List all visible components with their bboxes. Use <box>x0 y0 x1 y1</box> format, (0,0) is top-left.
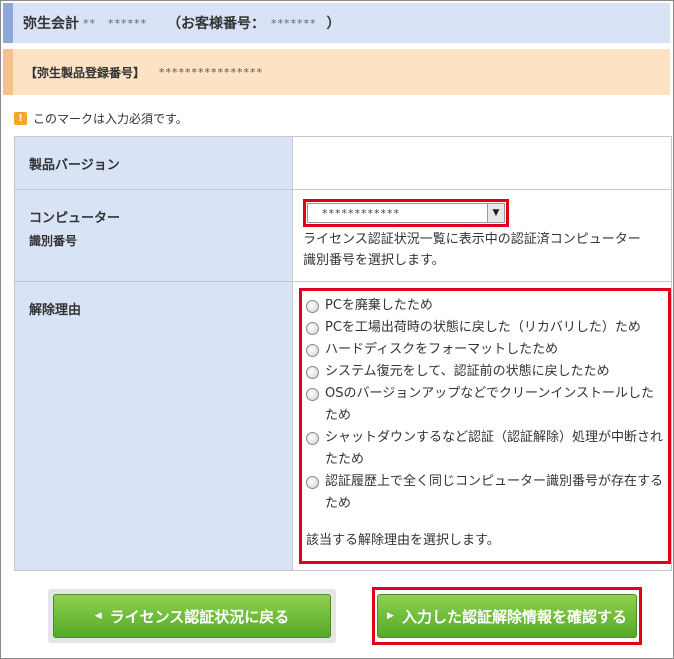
reason-help: 該当する解除理由を選択します。 <box>306 533 500 548</box>
computer-id-label-2: 識別番号 <box>29 234 78 248</box>
version-value <box>303 137 671 154</box>
reason-option-label: ハードディスクをフォーマットしたため <box>325 342 559 357</box>
computer-id-help: ライセンス認証状況一覧に表示中の認証済コンピューター 識別番号を選択します。 <box>303 229 671 271</box>
customer-number-close: ） <box>326 16 341 32</box>
computer-id-label-1: コンピューター <box>29 211 121 226</box>
back-button-wrapper: ◀ ライセンス認証状況に戻る <box>48 589 336 643</box>
radio-button[interactable] <box>306 388 319 401</box>
chevron-right-icon: ▶ <box>387 611 394 621</box>
reason-option[interactable]: システム復元をして、認証前の状態に戻したため <box>306 361 664 383</box>
reason-option-label: シャットダウンするなど認証（認証解除）処理が中断されたため <box>325 430 664 467</box>
reason-value-cell: PCを廃棄したため PCを工場出荷時の状態に戻した（リカバリした）ため ハードデ… <box>292 281 672 571</box>
reason-option-label: システム復元をして、認証前の状態に戻したため <box>325 364 610 379</box>
radio-button[interactable] <box>306 344 319 357</box>
back-button-label: ライセンス認証状況に戻る <box>109 607 290 626</box>
reason-option[interactable]: OSのバージョンアップなどでクリーンインストールしたため <box>306 383 664 427</box>
computer-id-highlight: ************ ▼ <box>303 199 509 227</box>
reason-option-label: PCを工場出荷時の状態に戻した（リカバリした）ため <box>325 320 641 335</box>
reason-option[interactable]: シャットダウンするなど認証（認証解除）処理が中断されたため <box>306 427 664 471</box>
back-to-license-status-button[interactable]: ◀ ライセンス認証状況に戻る <box>53 594 331 638</box>
reason-label: 解除理由 <box>29 303 82 318</box>
version-label-cell: 製品バージョン <box>14 136 293 190</box>
confirm-button-label: 入力した認証解除情報を確認する <box>401 607 627 626</box>
computer-id-selected-value: ************ <box>322 206 400 220</box>
reason-option-label: OSのバージョンアップなどでクリーンインストールしたため <box>325 386 655 423</box>
product-registration-label: 【弥生製品登録番号】 <box>25 65 146 80</box>
version-value-cell <box>292 136 672 190</box>
deauthorization-form: 製品バージョン コンピューター 識別番号 ************ ▼ ライセン… <box>14 136 672 571</box>
reason-label-cell: 解除理由 <box>14 281 293 571</box>
computer-id-label-cell: コンピューター 識別番号 <box>14 189 293 282</box>
product-registration-number: **************** <box>159 65 264 79</box>
reason-option[interactable]: 認証履歴上で全く同じコンピューター識別番号が存在するため <box>306 471 664 515</box>
reason-options-highlight: PCを廃棄したため PCを工場出荷時の状態に戻した（リカバリした）ため ハードデ… <box>299 288 671 564</box>
radio-button[interactable] <box>306 366 319 379</box>
required-mark-icon: ! <box>14 112 27 125</box>
confirm-button-highlight: ▶ 入力した認証解除情報を確認する <box>372 587 642 645</box>
reason-option-label: PCを廃棄したため <box>325 298 433 313</box>
required-note-text: このマークは入力必須です。 <box>33 112 188 126</box>
company-name: 弥生会計 <box>23 16 79 32</box>
computer-id-help-line-1: ライセンス認証状況一覧に表示中の認証済コンピューター <box>303 232 641 247</box>
customer-number-label: （お客様番号： <box>167 16 265 32</box>
computer-id-help-line-2: 識別番号を選択します。 <box>303 253 445 268</box>
account-header: 弥生会計 ** ****** （お客様番号： ******* ） <box>3 3 670 43</box>
reason-option-label: 認証履歴上で全く同じコンピューター識別番号が存在するため <box>325 474 664 511</box>
computer-id-value-cell: ************ ▼ ライセンス認証状況一覧に表示中の認証済コンピュータ… <box>292 189 672 282</box>
required-note: ! このマークは入力必須です。 <box>14 110 188 127</box>
product-registration-header: 【弥生製品登録番号】 **************** <box>3 49 670 95</box>
company-mask: ** ****** <box>83 17 147 30</box>
version-label: 製品バージョン <box>29 158 120 173</box>
chevron-left-icon: ◀ <box>94 611 102 621</box>
radio-button[interactable] <box>306 476 319 489</box>
radio-button[interactable] <box>306 432 319 445</box>
computer-id-select[interactable]: ************ ▼ <box>307 203 505 223</box>
radio-button[interactable] <box>306 300 319 313</box>
confirm-deauthorization-button[interactable]: ▶ 入力した認証解除情報を確認する <box>377 594 637 638</box>
customer-number-mask: ******* <box>271 16 317 30</box>
dropdown-arrow-icon[interactable]: ▼ <box>487 204 504 222</box>
reason-option[interactable]: ハードディスクをフォーマットしたため <box>306 339 664 361</box>
reason-option[interactable]: PCを廃棄したため <box>306 295 664 317</box>
reason-option[interactable]: PCを工場出荷時の状態に戻した（リカバリした）ため <box>306 317 664 339</box>
radio-button[interactable] <box>306 322 319 335</box>
